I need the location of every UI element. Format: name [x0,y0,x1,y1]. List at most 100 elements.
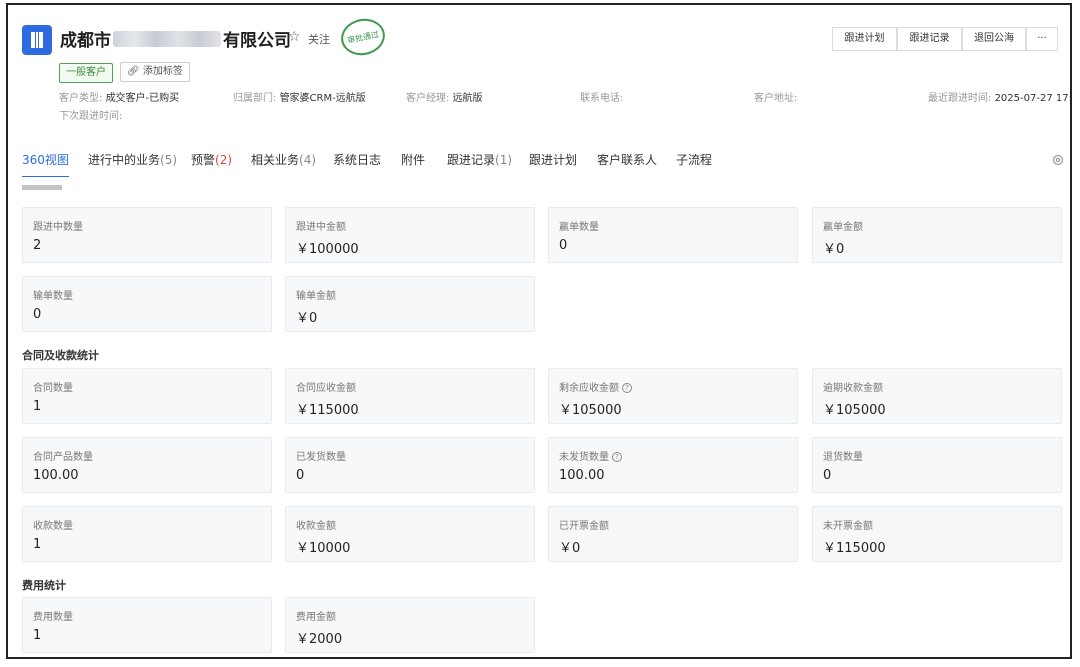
add-tag-button[interactable]: 🔗︎ 添加标签 [120,62,190,82]
tab-label: 360视图 [22,153,69,167]
stat-value: 1 [33,537,42,552]
stat-value: 0 [296,468,305,483]
tab-system-log[interactable]: 系统日志 [333,151,381,168]
follow-record-button[interactable]: 跟进记录 [897,27,962,51]
stat-label: 未开票金额 [823,521,873,532]
tab-count: (1) [495,153,513,167]
gear-icon[interactable] [1052,154,1064,166]
stat-card: 跟进中金额 ￥100000 [285,207,535,263]
meta-label: 联系电话: [580,93,624,104]
company-name: 成都市 有限公司 [60,26,291,51]
help-icon[interactable]: ? [622,383,632,393]
section-title-contract: 合同及收款统计 [22,349,99,362]
stat-label-text: 剩余应收金额 [559,383,619,394]
tab-label: 跟进计划 [529,153,578,167]
stat-label: 合同数量 [33,383,73,394]
stat-value: ￥115000 [823,541,886,556]
stat-label: 收款金额 [296,521,336,532]
meta-label: 客户类型: [59,93,103,104]
stat-card: 费用金额 ￥2000 [285,597,535,653]
company-name-suffix: 有限公司 [223,31,291,51]
stat-card: 未发货数量? 100.00 [548,437,798,493]
meta-value: 管家婆CRM-远航版 [279,93,366,104]
stat-value: ￥105000 [559,403,622,418]
help-icon[interactable]: ? [612,452,622,462]
stat-card: 跟进中数量 2 [22,207,272,263]
stat-card: 收款数量 1 [22,506,272,562]
tab-label: 系统日志 [333,153,382,167]
stat-card: 退货数量 0 [812,437,1062,493]
stat-label: 跟进中数量 [33,222,83,233]
tab-follow-plans[interactable]: 跟进计划 [529,151,577,168]
stat-label: 剩余应收金额? [559,379,632,394]
statistics-panel: 跟进中数量 2 跟进中金额 ￥100000 赢单数量 0 赢单金额 ￥0 输单数… [8,177,1070,657]
tab-360-view[interactable]: 360视图 [22,151,69,178]
approved-stamp-text: 审批通过 [346,29,380,45]
stat-card: 剩余应收金额? ￥105000 [548,368,798,424]
more-button[interactable]: ··· [1026,27,1058,51]
tab-contacts[interactable]: 客户联系人 [597,151,657,168]
tab-follow-records[interactable]: 跟进记录(1) [447,151,512,168]
customer-type-tag[interactable]: 一般客户 [59,63,113,83]
stat-value: 0 [559,238,568,253]
tab-count: (2) [215,153,233,167]
add-tag-label: 添加标签 [142,66,183,77]
stat-card: 未开票金额 ￥115000 [812,506,1062,562]
meta-phone: 联系电话: [580,89,623,104]
stat-card: 已开票金额 ￥0 [548,506,798,562]
tab-label: 附件 [401,153,426,167]
meta-department: 归属部门: 管家婆CRM-远航版 [233,89,366,104]
section-title-partial [22,185,62,190]
tab-label: 相关业务 [251,153,300,167]
stat-label-text: 未发货数量 [559,452,609,463]
meta-value: 成交客户-已购买 [105,93,180,104]
stat-value: ￥0 [559,541,581,556]
stat-value: ￥115000 [296,403,359,418]
tab-bar: 360视图 进行中的业务(5) 预警(2) 相关业务(4) 系统日志 附件 跟进… [8,143,1070,178]
meta-next-follow: 下次跟进时间: [59,107,122,122]
stat-value: ￥10000 [296,541,351,556]
tab-ongoing-business[interactable]: 进行中的业务(5) [88,151,177,168]
customer-header: 成都市 有限公司 ☆ 关注 审批通过 一般客户 🔗︎ 添加标签 客户类型: 成交… [8,5,1070,135]
stat-card: 赢单金额 ￥0 [812,207,1062,263]
stat-label: 输单数量 [33,291,73,302]
stat-label: 跟进中金额 [296,222,346,233]
meta-label: 客户经理: [406,93,450,104]
follow-button[interactable]: 关注 [308,31,330,47]
link-icon: 🔗︎ [127,66,140,77]
tab-warnings[interactable]: 预警(2) [191,151,232,168]
stat-label: 收款数量 [33,521,73,532]
tab-related-business[interactable]: 相关业务(4) [251,151,316,168]
meta-label: 客户地址: [754,93,798,104]
meta-customer-type: 客户类型: 成交客户-已购买 [59,89,179,104]
stat-label: 赢单数量 [559,222,599,233]
stat-value: ￥2000 [296,632,343,647]
tab-label: 子流程 [676,153,713,167]
meta-address: 客户地址: [754,89,797,104]
stat-card: 合同产品数量 100.00 [22,437,272,493]
tab-count: (5) [160,153,178,167]
stat-value: 2 [33,238,42,253]
return-pool-button[interactable]: 退回公海 [962,27,1026,51]
tab-attachments[interactable]: 附件 [401,151,425,168]
approved-stamp: 审批通过 [337,14,389,60]
stat-label: 未发货数量? [559,448,622,463]
stat-value: 0 [823,468,832,483]
stat-value: 1 [33,399,42,414]
stat-value: 1 [33,628,42,643]
tab-label: 跟进记录 [447,153,496,167]
follow-plan-button[interactable]: 跟进计划 [832,27,897,51]
meta-value: 2025-07-27 17:02 [994,93,1072,104]
stat-value: 100.00 [559,468,605,483]
tab-subprocess[interactable]: 子流程 [676,151,712,168]
tab-label: 进行中的业务 [88,153,161,167]
company-name-redacted [113,30,221,47]
stat-label: 已发货数量 [296,452,346,463]
star-icon[interactable]: ☆ [288,29,301,45]
meta-value: 远航版 [452,93,483,104]
customer-detail-window: 成都市 有限公司 ☆ 关注 审批通过 一般客户 🔗︎ 添加标签 客户类型: 成交… [6,3,1072,659]
stat-card: 输单金额 ￥0 [285,276,535,332]
meta-label: 最近跟进时间: [928,93,992,104]
stat-value: ￥0 [823,242,845,257]
stat-card: 逾期收款金额 ￥105000 [812,368,1062,424]
